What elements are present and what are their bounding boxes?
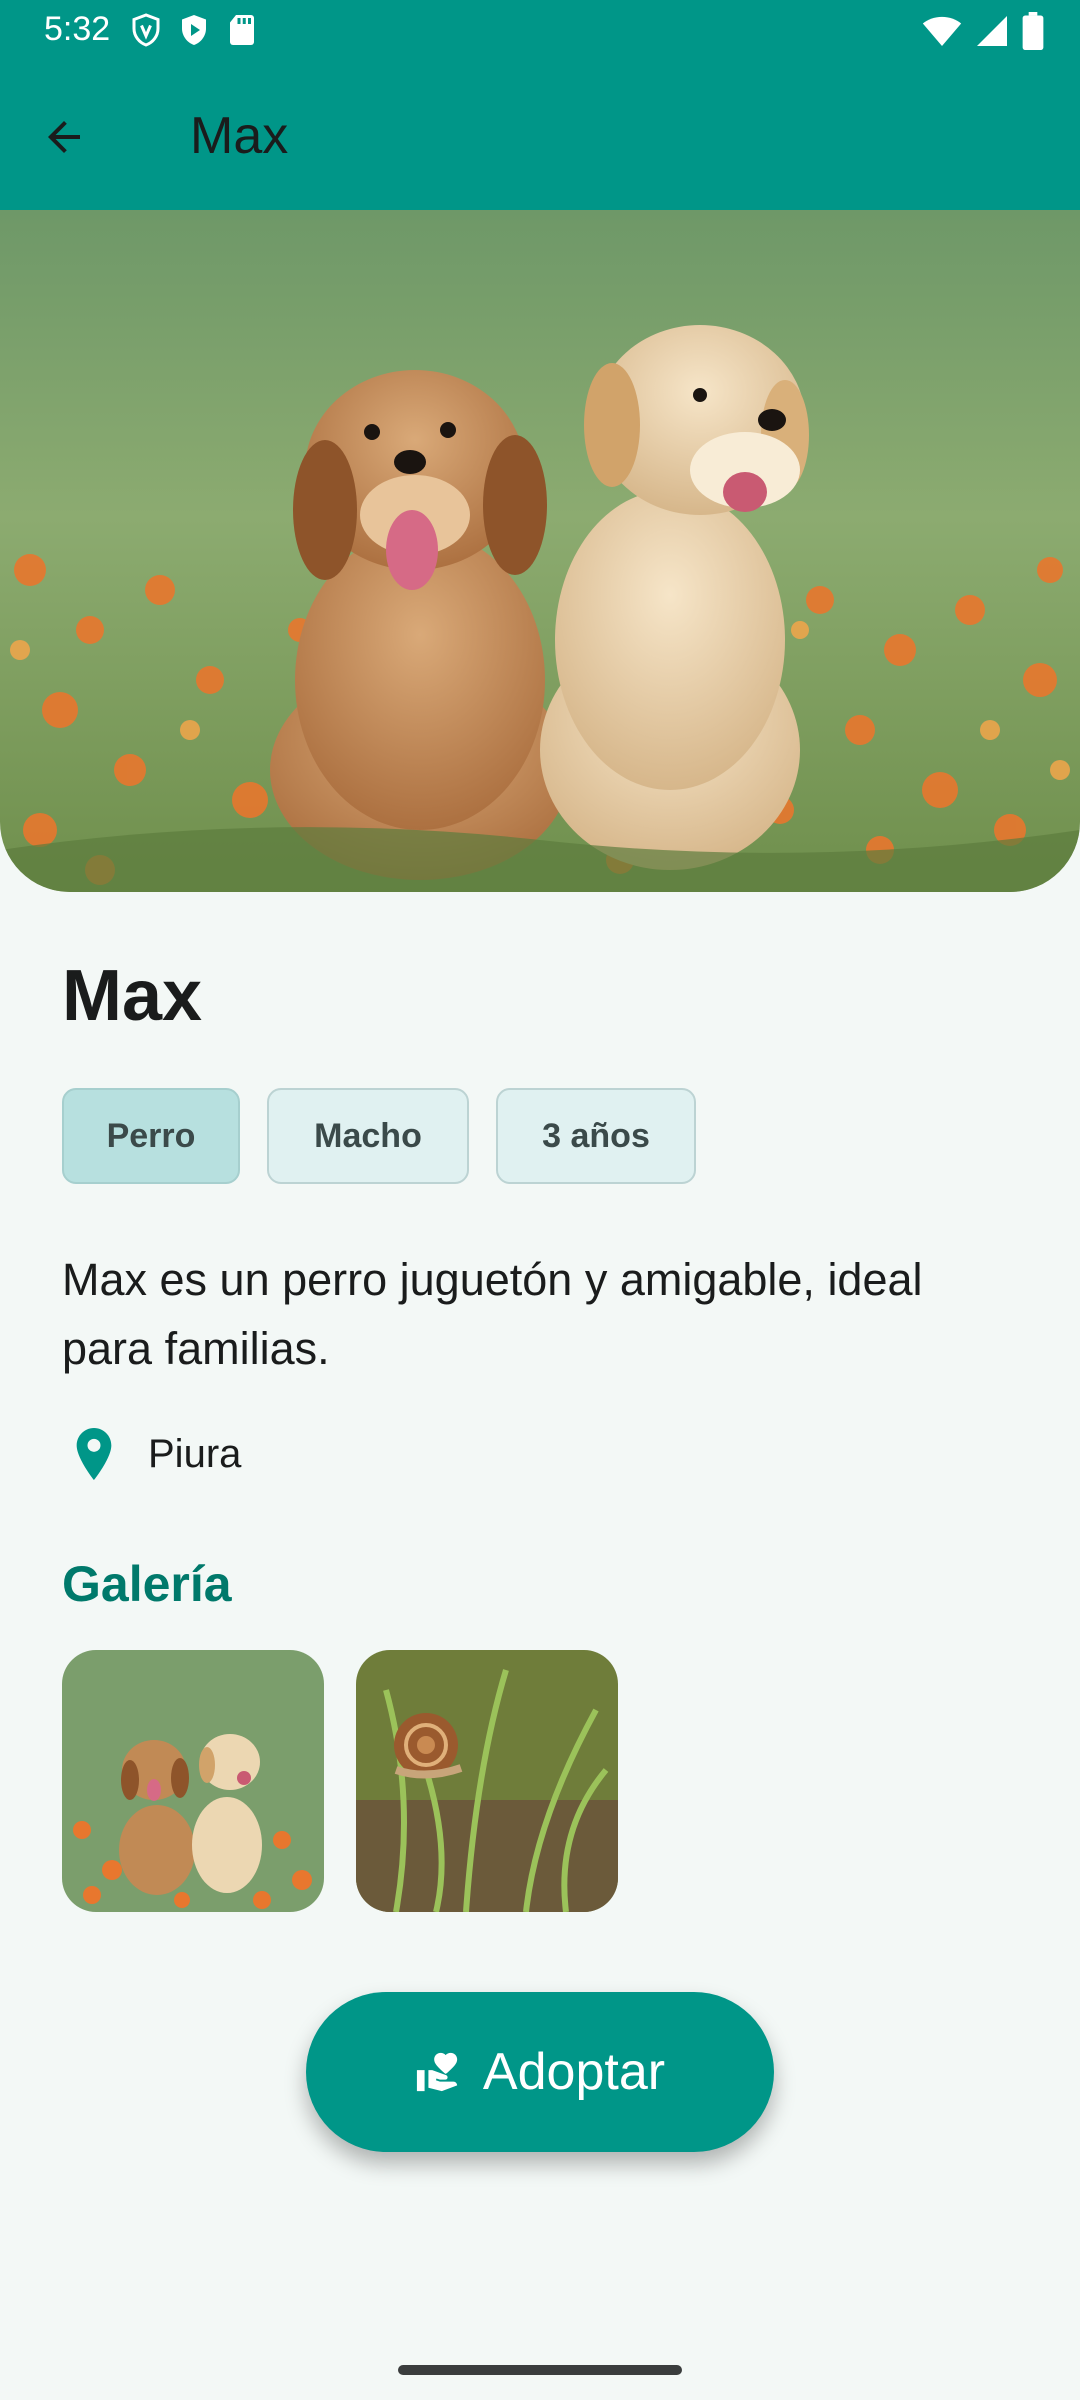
adopt-button[interactable]: Adoptar	[306, 1992, 774, 2152]
vpn-shield-icon	[132, 13, 160, 47]
tag-chip-age[interactable]: 3 años	[496, 1088, 696, 1184]
snail-photo	[356, 1650, 618, 1912]
location-text: Piura	[148, 1431, 242, 1476]
pet-description: Max es un perro juguetón y amigable, ide…	[62, 1254, 923, 1374]
pet-name: Max	[62, 956, 203, 1036]
two-puppies-photo	[62, 1650, 324, 1912]
status-bar: 5:32	[0, 0, 1080, 64]
gallery-thumb-snail[interactable]	[356, 1650, 618, 1912]
location-pin-icon	[76, 1428, 112, 1480]
back-button[interactable]	[30, 103, 98, 171]
arrow-back-icon	[48, 121, 80, 153]
pet-tags: Perro Macho 3 años	[62, 1088, 696, 1184]
two-puppies-illustration	[0, 210, 1080, 892]
gallery-thumb-puppies[interactable]	[62, 1650, 324, 1912]
app-bar-title: Max	[190, 107, 289, 165]
gallery-title: Galería	[62, 1556, 232, 1612]
volunteer-activism-icon	[416, 2052, 458, 2092]
hero-pet-photo	[0, 210, 1080, 892]
app-bar: Max	[0, 64, 1080, 210]
cell-signal-icon	[977, 16, 1007, 46]
gallery	[62, 1650, 618, 1912]
home-indicator[interactable]	[398, 2365, 682, 2375]
tag-chip-species[interactable]: Perro	[62, 1088, 240, 1184]
tag-chip-sex[interactable]: Macho	[267, 1088, 469, 1184]
play-protect-icon	[182, 15, 206, 45]
wifi-icon	[922, 16, 962, 46]
status-time: 5:32	[44, 10, 111, 48]
sd-card-icon	[230, 15, 254, 45]
battery-icon	[1022, 12, 1044, 50]
pet-location: Piura	[68, 1425, 241, 1483]
adopt-button-label: Adoptar	[482, 2043, 666, 2101]
